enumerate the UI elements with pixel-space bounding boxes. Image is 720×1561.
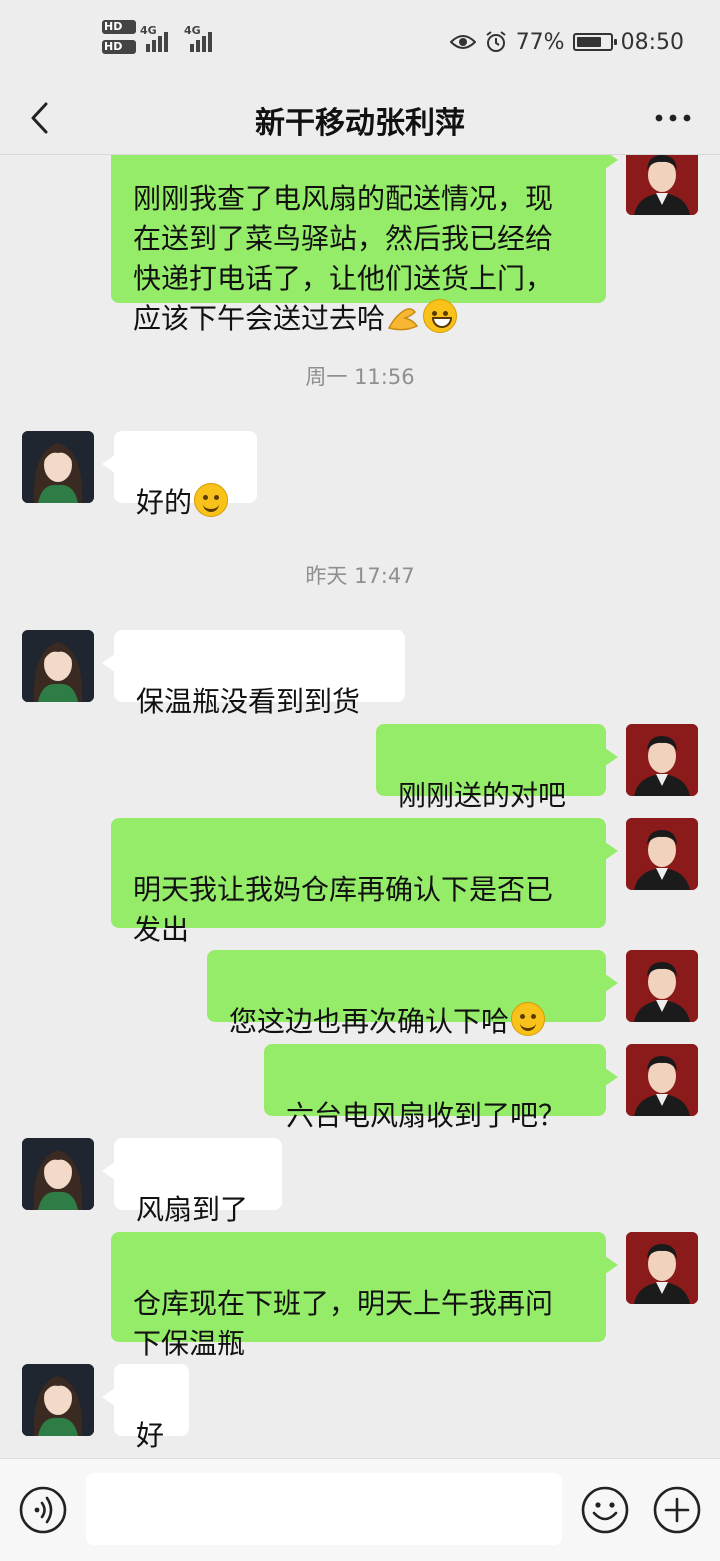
timestamp: 周一 11:56 [305,365,415,389]
avatar-woman-icon [22,1364,94,1436]
avatar[interactable] [22,630,94,702]
message-list[interactable]: 刚刚我查了电风扇的配送情况，现 在送到了菜鸟驿站，然后我已经给 快递打电话了，让… [0,155,720,1458]
message-text: 刚刚送的对吧 [398,779,567,812]
emoji-icon[interactable] [580,1485,630,1535]
battery-percent: 77% [515,29,565,55]
smile-emoji-icon [194,483,229,517]
avatar[interactable] [22,431,94,503]
battery-icon [572,33,617,51]
plus-icon[interactable] [652,1485,702,1535]
avatar[interactable] [626,155,698,215]
hd-badge-2: HD [102,40,136,54]
message-bubble-incoming[interactable]: 好 [102,1364,189,1452]
avatar-man-icon [626,818,698,890]
avatar[interactable] [626,1232,698,1304]
avatar-woman-icon [22,1138,94,1210]
input-bar [0,1458,720,1561]
eye-icon [449,35,476,49]
message-bubble-outgoing[interactable]: 六台电风扇收到了吧？ [264,1044,618,1132]
signal-icon [146,32,168,52]
message-bubble-outgoing[interactable]: 您这边也再次确认下哈 [207,950,618,1038]
chat-header: 新干移动张利萍 [0,84,720,155]
avatar-man-icon [626,950,698,1022]
alarm-icon [486,31,506,52]
chat-title: 新干移动张利萍 [255,106,465,141]
battery-fill [576,37,602,47]
message-text: 明天我让我妈仓库再确认下是否已 发出 [133,873,554,946]
message-bubble-incoming[interactable]: 保温瓶没看到到货 [102,630,405,718]
avatar[interactable] [22,1364,94,1436]
avatar[interactable] [626,724,698,796]
message-bubble-outgoing[interactable]: 刚刚我查了电风扇的配送情况，现 在送到了菜鸟驿站，然后我已经给 快递打电话了，让… [111,155,618,335]
avatar[interactable] [626,818,698,890]
signal-icon [190,32,212,52]
avatar[interactable] [22,1138,94,1210]
status-right: 77% 08:50 [449,26,684,58]
message-bubble-incoming[interactable]: 风扇到了 [102,1138,282,1226]
message-bubble-outgoing[interactable]: 刚刚送的对吧 [376,724,618,812]
message-bubble-outgoing[interactable]: 明天我让我妈仓库再确认下是否已 发出 [111,818,618,946]
avatar-woman-icon [22,630,94,702]
avatar-man-icon [626,155,698,215]
status-bar: HD HD 4G 4G 77% 08:50 [0,0,720,84]
avatar-man-icon [626,1044,698,1116]
message-text: 保温瓶没看到到货 [136,685,361,718]
message-text: 好的 [136,486,193,519]
network-indicators: HD HD 4G 4G [102,20,212,60]
clock: 08:50 [620,29,684,55]
message-input[interactable] [86,1473,562,1545]
ok-hand-icon [387,308,419,331]
avatar-man-icon [626,1232,698,1304]
avatar[interactable] [626,1044,698,1116]
avatar-woman-icon [22,431,94,503]
message-text: 您这边也再次确认下哈 [229,1005,510,1038]
message-text: 风扇到了 [136,1193,249,1226]
timestamp: 昨天 17:47 [305,564,415,588]
message-text: 仓库现在下班了，明天上午我再问 下保温瓶 [133,1287,554,1360]
message-text: 好 [136,1419,165,1452]
smile-emoji-icon [511,1002,546,1036]
voice-icon[interactable] [18,1485,68,1535]
avatar-man-icon [626,724,698,796]
message-bubble-outgoing[interactable]: 仓库现在下班了，明天上午我再问 下保温瓶 [111,1232,618,1360]
message-text: 刚刚我查了电风扇的配送情况，现 在送到了菜鸟驿站，然后我已经给 快递打电话了，让… [133,182,554,335]
grinning-emoji-icon [423,299,458,333]
avatar[interactable] [626,950,698,1022]
hd-badge-1: HD [102,20,136,34]
message-text: 六台电风扇收到了吧？ [286,1099,567,1132]
message-bubble-incoming[interactable]: 好的 [102,431,257,519]
more-dots-icon[interactable] [648,98,698,138]
